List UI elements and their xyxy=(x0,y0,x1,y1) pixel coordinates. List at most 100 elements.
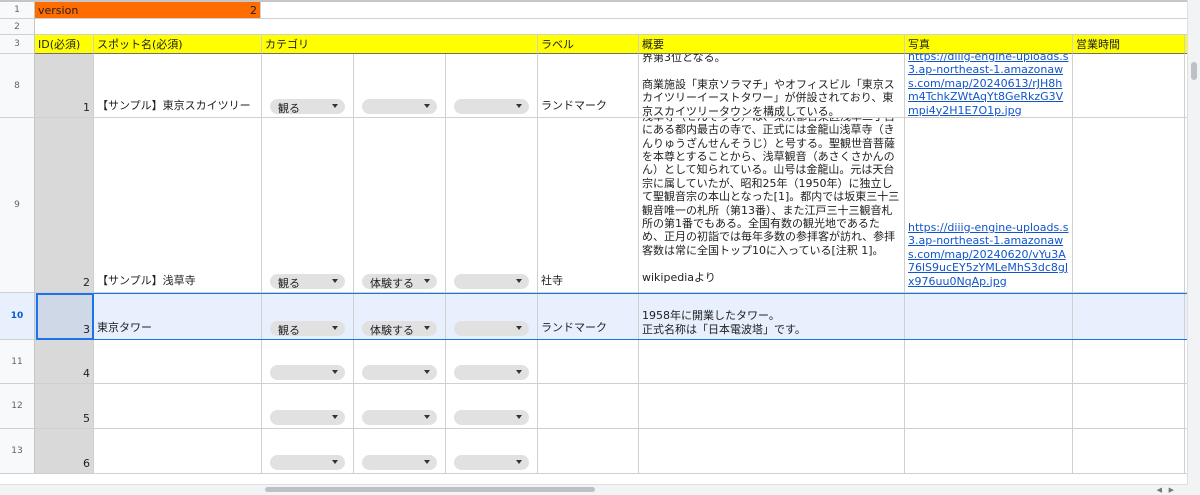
label-cell[interactable]: ランドマーク xyxy=(538,293,639,340)
category-2-cell[interactable]: 体験する xyxy=(354,293,446,340)
label-cell[interactable]: ランドマーク xyxy=(538,54,639,118)
horizontal-scroll-thumb[interactable] xyxy=(265,487,595,492)
photo-cell[interactable] xyxy=(905,429,1073,474)
summary-cell[interactable] xyxy=(639,384,905,429)
category-dropdown[interactable]: 観る xyxy=(270,321,345,337)
header-category[interactable]: カテゴリ xyxy=(262,35,538,54)
hours-cell[interactable] xyxy=(1073,429,1185,474)
photo-cell[interactable] xyxy=(905,340,1073,384)
spot-name-cell[interactable]: 【サンプル】東京スカイツリー xyxy=(94,54,262,118)
empty-cell[interactable] xyxy=(35,19,1188,35)
vertical-scrollbar[interactable] xyxy=(1187,0,1200,495)
version-cell[interactable]: version 2 xyxy=(35,2,261,19)
row-header[interactable]: 1 xyxy=(0,2,35,19)
category-dropdown[interactable] xyxy=(270,455,345,470)
category-1-cell[interactable] xyxy=(262,340,354,384)
category-dropdown[interactable] xyxy=(454,365,529,380)
hours-cell[interactable] xyxy=(1073,340,1185,384)
header-hours[interactable]: 営業時間 xyxy=(1073,35,1185,54)
photo-cell[interactable]: https://diiig-engine-uploads.s3.ap-north… xyxy=(905,54,1073,118)
summary-cell[interactable] xyxy=(639,340,905,384)
category-dropdown[interactable] xyxy=(454,274,529,289)
id-cell[interactable]: 6 xyxy=(35,429,94,474)
id-cell[interactable]: 4 xyxy=(35,340,94,384)
category-dropdown[interactable] xyxy=(362,455,437,470)
hours-cell[interactable] xyxy=(1073,384,1185,429)
row-header[interactable]: 8 xyxy=(0,54,35,118)
category-2-cell[interactable] xyxy=(354,429,446,474)
spot-name-cell[interactable]: 【サンプル】浅草寺 xyxy=(94,118,262,293)
spot-name-cell[interactable] xyxy=(94,384,262,429)
category-2-cell[interactable]: 体験する xyxy=(354,118,446,293)
id-cell[interactable]: 2 xyxy=(35,118,94,293)
category-1-cell[interactable] xyxy=(262,384,354,429)
horizontal-scrollbar[interactable]: ◀ ▶ xyxy=(0,484,1188,495)
scroll-right-icon[interactable]: ▶ xyxy=(1169,486,1174,494)
category-3-cell[interactable] xyxy=(446,54,538,118)
spot-name-cell[interactable] xyxy=(94,429,262,474)
category-dropdown[interactable] xyxy=(454,321,529,336)
category-dropdown[interactable] xyxy=(270,365,345,380)
label-cell[interactable] xyxy=(538,384,639,429)
category-dropdown[interactable]: 観る xyxy=(270,274,345,290)
photo-link[interactable]: https://diiig-engine-uploads.s3.ap-north… xyxy=(908,54,1069,117)
category-dropdown[interactable] xyxy=(454,455,529,470)
hours-cell[interactable] xyxy=(1073,293,1185,340)
label-value: 社寺 xyxy=(541,274,563,287)
category-dropdown[interactable]: 体験する xyxy=(362,274,437,290)
summary-cell[interactable]: 界第3位となる。 商業施設「東京ソラマチ」やオフィスビル「東京スカイツリーイース… xyxy=(639,54,905,118)
header-label[interactable]: ラベル xyxy=(538,35,639,54)
vertical-scroll-thumb[interactable] xyxy=(1191,62,1197,80)
hours-cell[interactable] xyxy=(1073,118,1185,293)
label-cell[interactable] xyxy=(538,340,639,384)
photo-cell[interactable] xyxy=(905,384,1073,429)
header-spot-name[interactable]: スポット名(必須) xyxy=(94,35,262,54)
category-dropdown[interactable]: 体験する xyxy=(362,321,437,337)
summary-cell[interactable]: 浅草寺（せんそうじ）は、東京都台東区浅草二丁目にある都内最古の寺で、正式には金龍… xyxy=(639,118,905,293)
category-dropdown[interactable] xyxy=(454,99,529,114)
label-cell[interactable]: 社寺 xyxy=(538,118,639,293)
row-header[interactable]: 10 xyxy=(0,293,35,340)
id-cell[interactable]: 1 xyxy=(35,54,94,118)
category-1-cell[interactable]: 観る xyxy=(262,293,354,340)
photo-cell[interactable] xyxy=(905,293,1073,340)
category-dropdown[interactable] xyxy=(362,365,437,380)
category-3-cell[interactable] xyxy=(446,384,538,429)
category-2-cell[interactable] xyxy=(354,54,446,118)
row-header[interactable]: 11 xyxy=(0,340,35,384)
label-cell[interactable] xyxy=(538,429,639,474)
category-2-cell[interactable] xyxy=(354,340,446,384)
category-dropdown[interactable] xyxy=(454,410,529,425)
category-dropdown[interactable]: 観る xyxy=(270,99,345,115)
photo-link[interactable]: https://diiig-engine-uploads.s3.ap-north… xyxy=(908,221,1069,288)
row-header[interactable]: 2 xyxy=(0,19,35,35)
summary-cell[interactable] xyxy=(639,429,905,474)
id-cell[interactable]: 5 xyxy=(35,384,94,429)
category-dropdown[interactable] xyxy=(270,410,345,425)
summary-cell[interactable]: 1958年に開業したタワー。 正式名称は「日本電波塔」です。 xyxy=(639,293,905,340)
id-cell[interactable]: 3 xyxy=(35,293,94,340)
header-id[interactable]: ID(必須) xyxy=(35,35,94,54)
spot-name-cell[interactable]: 東京タワー xyxy=(94,293,262,340)
hours-cell[interactable] xyxy=(1073,54,1185,118)
category-3-cell[interactable] xyxy=(446,340,538,384)
category-1-cell[interactable]: 観る xyxy=(262,54,354,118)
photo-cell[interactable]: https://diiig-engine-uploads.s3.ap-north… xyxy=(905,118,1073,293)
spot-name-cell[interactable] xyxy=(94,340,262,384)
empty-cell[interactable] xyxy=(261,2,1188,19)
header-photo[interactable]: 写真 xyxy=(905,35,1073,54)
category-3-cell[interactable] xyxy=(446,429,538,474)
category-3-cell[interactable] xyxy=(446,118,538,293)
row-header[interactable]: 13 xyxy=(0,429,35,474)
category-1-cell[interactable]: 観る xyxy=(262,118,354,293)
category-dropdown[interactable] xyxy=(362,99,437,114)
row-header[interactable]: 3 xyxy=(0,35,35,54)
row-header[interactable]: 9 xyxy=(0,118,35,293)
header-summary[interactable]: 概要 xyxy=(639,35,905,54)
category-dropdown[interactable] xyxy=(362,410,437,425)
category-3-cell[interactable] xyxy=(446,293,538,340)
row-header[interactable]: 12 xyxy=(0,384,35,429)
scroll-left-icon[interactable]: ◀ xyxy=(1157,486,1162,494)
category-2-cell[interactable] xyxy=(354,384,446,429)
category-1-cell[interactable] xyxy=(262,429,354,474)
